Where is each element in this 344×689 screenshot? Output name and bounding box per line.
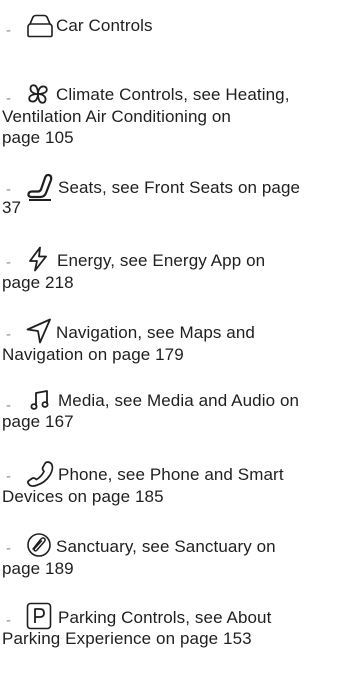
item-text-line2: page 167 [2,412,74,431]
bullet-dash: - [6,540,12,557]
item-text-line2: Parking Experience on page 153 [2,629,252,648]
bullet-dash: - [6,326,12,343]
item-text: Sanctuary, see Sanctuary on [56,537,276,556]
car-icon [26,14,54,38]
sanctuary-icon [26,532,52,558]
item-text: Energy, see Energy App on [57,251,266,270]
item-text-line3: page 105 [2,128,74,147]
item-text-line2: Ventilation Air Conditioning on [2,107,231,126]
item-text: Climate Controls, see Heating, [56,85,290,104]
parking-icon [26,602,52,630]
bullet-dash: - [6,468,12,485]
item-text: Parking Controls, see About [58,608,272,627]
list-item-media: - Media, see Media and Audio on page 167 [0,389,340,432]
list-item-navigation: - Navigation, see Maps and Navigation on… [0,318,340,365]
item-text: Seats, see Front Seats on page [58,178,301,197]
item-text-line2: page 218 [2,273,74,292]
item-text: Media, see Media and Audio on [58,391,300,410]
list-item-car-controls: - Car Controls [0,14,340,39]
item-text: Navigation, see Maps and [56,323,255,342]
lightning-bolt-icon [27,246,49,272]
item-text-line2: Devices on page 185 [2,487,164,506]
list-item-parking-controls: - Parking Controls, see About Parking Ex… [0,602,340,649]
phone-icon [26,460,56,488]
list-item-climate-controls: - Climate Controls, see Heating, Ventila… [0,82,340,148]
item-text: Phone, see Phone and Smart [58,465,284,484]
music-note-icon [30,389,50,411]
list-item-phone: - Phone, see Phone and Smart Devices on … [0,460,340,507]
fan-icon [26,82,50,106]
list-item-seats: - Seats, see Front Seats on page 37 [0,173,340,218]
item-text-line2: Navigation on page 179 [2,345,184,364]
app-launcher-list: - Car Controls - Climate Controls, see H… [0,0,344,689]
list-item-energy: - Energy, see Energy App on page 218 [0,246,340,293]
item-text-line2: page 189 [2,559,74,578]
list-item-sanctuary: - Sanctuary, see Sanctuary on page 189 [0,532,340,579]
item-text: Car Controls [56,16,153,35]
navigation-arrow-icon [26,318,52,344]
bullet-dash: - [6,254,12,271]
seat-icon [26,173,56,201]
bullet-dash: - [6,22,12,39]
